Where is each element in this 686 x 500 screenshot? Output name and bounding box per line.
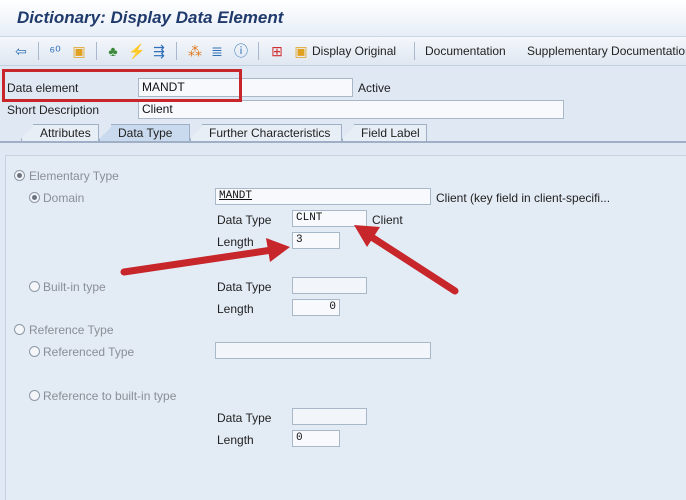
arrow-to-length-icon	[120, 238, 290, 276]
annotation-arrows	[120, 225, 459, 295]
arrow-to-data-type-icon	[354, 225, 459, 295]
